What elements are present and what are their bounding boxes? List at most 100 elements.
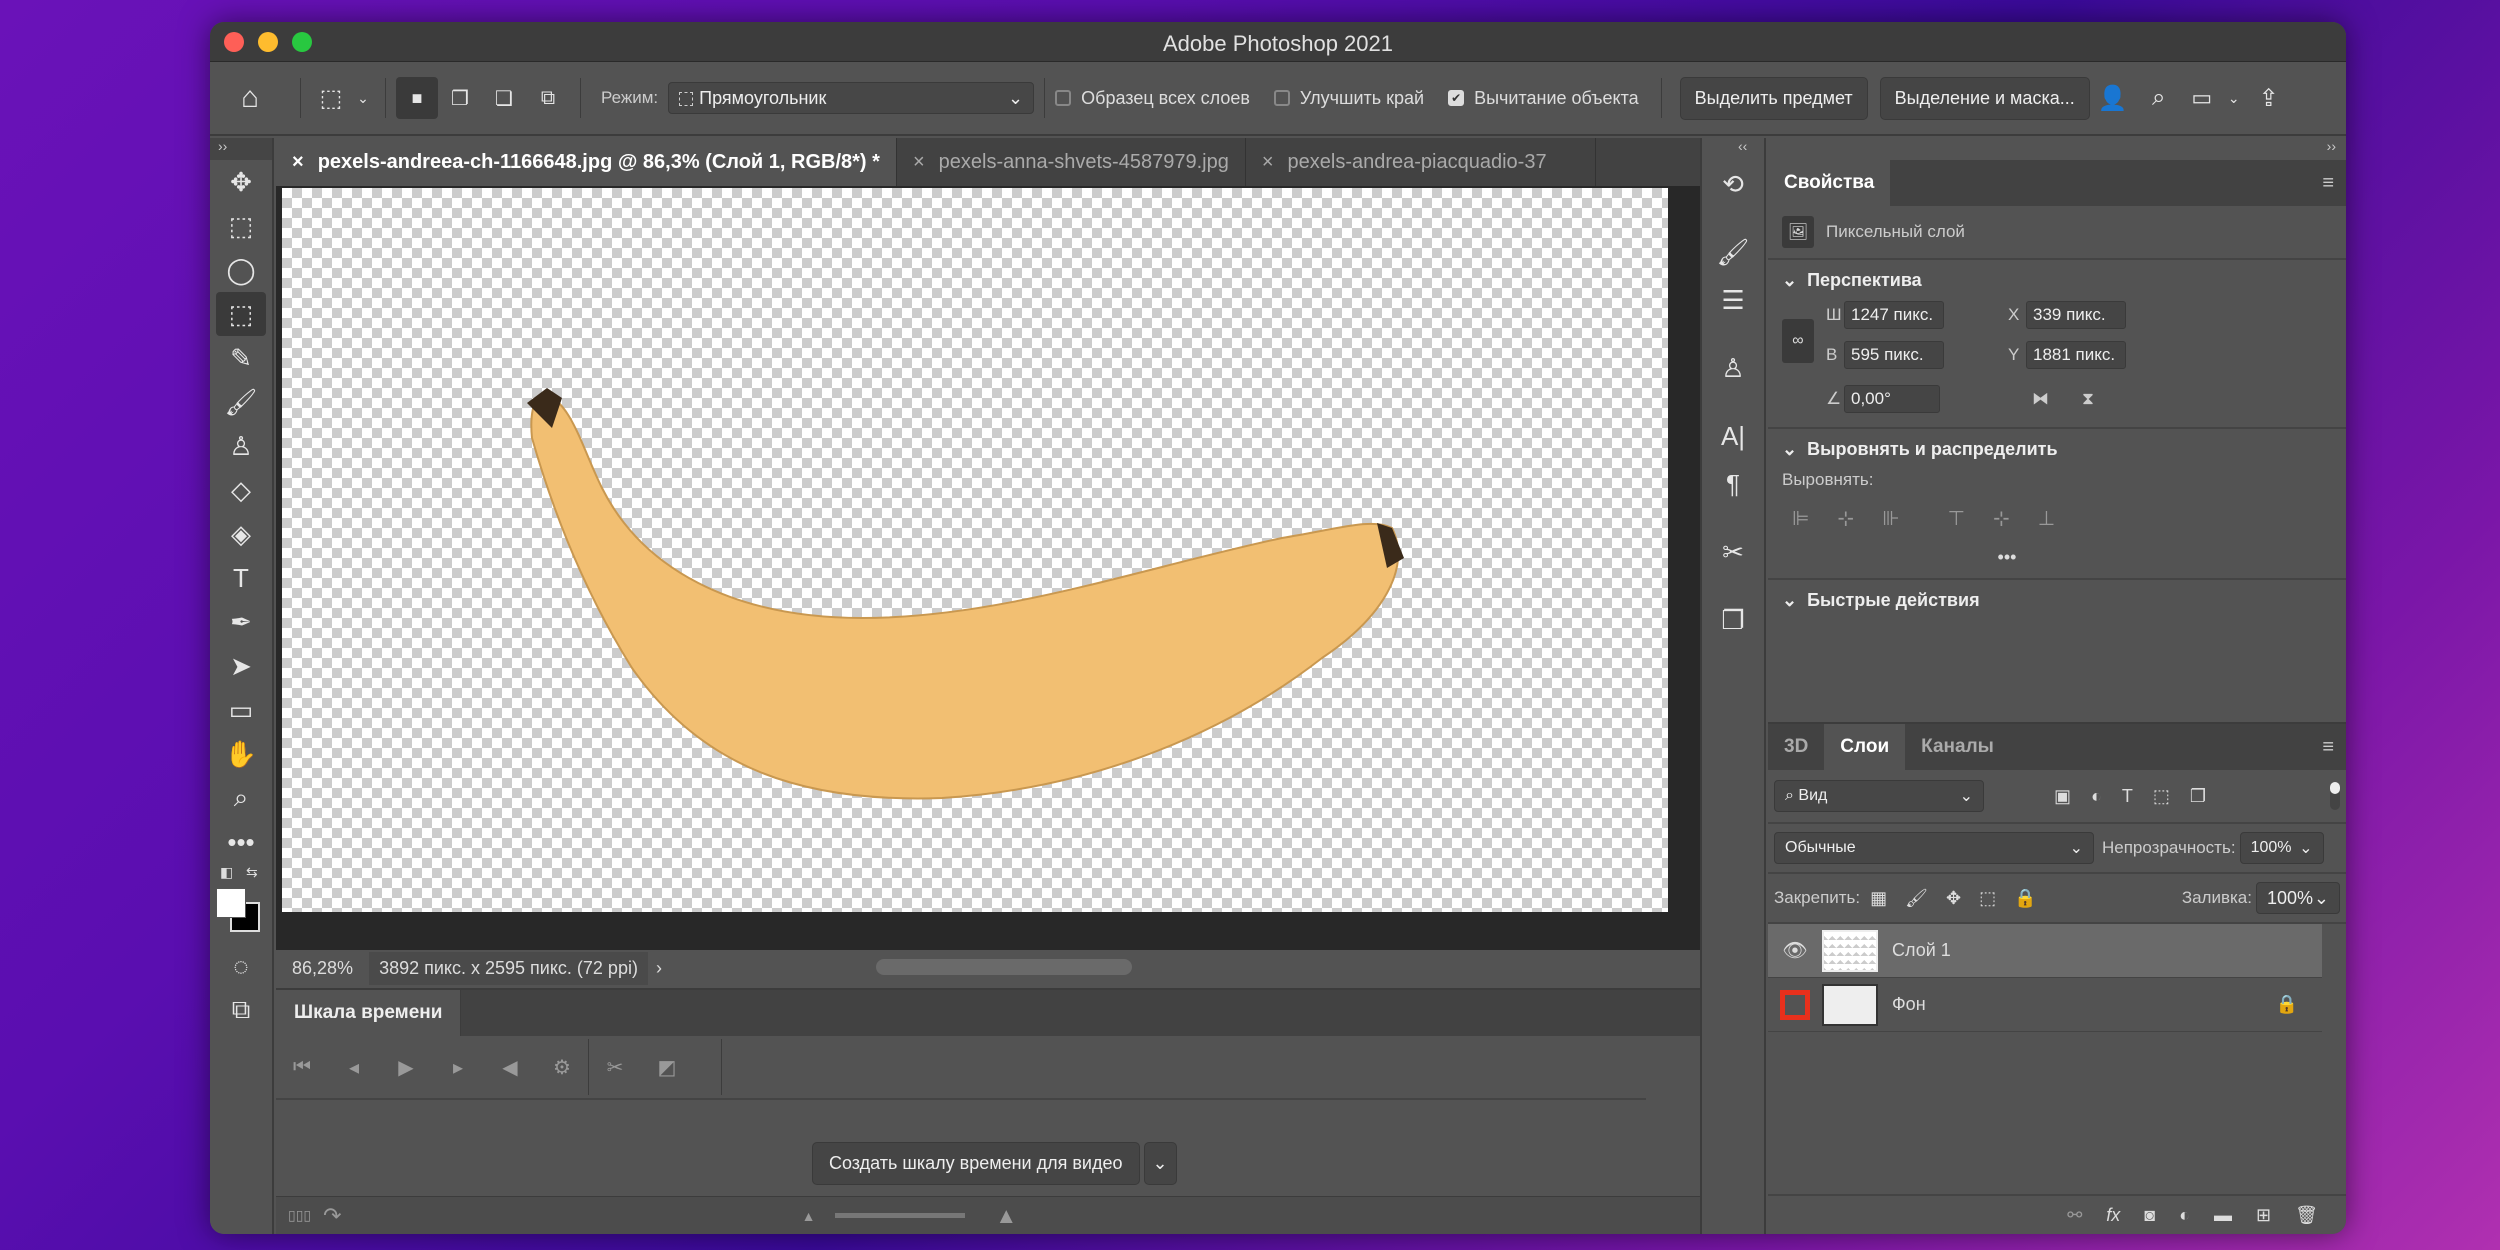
- filter-smart-object-icon[interactable]: ❐: [2190, 786, 2206, 807]
- panel-menu-icon[interactable]: ≡: [2322, 172, 2334, 195]
- previous-frame-icon[interactable]: ◂: [328, 1055, 380, 1080]
- layer-name[interactable]: Фон: [1892, 994, 1926, 1015]
- chevron-down-icon[interactable]: ⌄: [2222, 90, 2246, 107]
- lock-position-icon[interactable]: ✥: [1946, 888, 1961, 909]
- object-selection-tool-icon[interactable]: ⬚: [311, 84, 351, 113]
- collapse-panels-icon[interactable]: ››: [1768, 138, 2346, 160]
- flip-vertical-icon[interactable]: ⧗: [2082, 389, 2094, 409]
- share-icon[interactable]: ⇪: [2246, 84, 2292, 113]
- select-and-mask-button[interactable]: Выделение и маска...: [1879, 76, 2090, 120]
- flip-horizontal-icon[interactable]: ⧓: [2032, 389, 2049, 409]
- stamp-tool-icon[interactable]: ♙: [210, 424, 272, 468]
- filter-adjustment-icon[interactable]: ◐: [2091, 786, 2102, 807]
- link-layers-icon[interactable]: ⚯: [2067, 1205, 2082, 1226]
- more-options-icon[interactable]: •••: [1768, 547, 2346, 568]
- character-icon[interactable]: A|: [1702, 412, 1764, 460]
- object-subtract-checkbox[interactable]: ✔: [1448, 90, 1465, 106]
- select-subject-button[interactable]: Выделить предмет: [1679, 76, 1868, 120]
- align-center-h-icon[interactable]: ⊹: [1837, 506, 1854, 531]
- history-icon[interactable]: ⟲: [1702, 160, 1764, 208]
- add-mask-icon[interactable]: ◙: [2144, 1205, 2155, 1226]
- tab-properties[interactable]: Свойства: [1768, 160, 1891, 206]
- chevron-down-icon[interactable]: ⌄: [351, 90, 375, 107]
- brush-tool-icon[interactable]: 🖌: [210, 380, 272, 424]
- panel-menu-icon[interactable]: ≡: [2322, 736, 2334, 759]
- rectangle-tool-icon[interactable]: ▭: [210, 688, 272, 732]
- create-video-timeline-button[interactable]: Создать шкалу времени для видео: [812, 1142, 1140, 1185]
- fx-icon[interactable]: fx: [2106, 1205, 2120, 1226]
- layer-row[interactable]: Фон 🔒: [1768, 978, 2322, 1032]
- visibility-toggle-highlighted[interactable]: [1780, 989, 1810, 1020]
- angle-field[interactable]: 0,00°: [1844, 385, 1940, 413]
- marquee-tool-icon[interactable]: ⬚: [210, 204, 272, 248]
- link-icon[interactable]: ∞: [1782, 319, 1814, 363]
- object-selection-tool-icon[interactable]: ⬚: [216, 292, 266, 336]
- fill-field[interactable]: 100% ⌄: [2256, 882, 2340, 914]
- x-field[interactable]: 339 пикс.: [2026, 301, 2126, 329]
- home-icon[interactable]: ⌂: [210, 81, 290, 115]
- clone-source-icon[interactable]: ♙: [1702, 344, 1764, 392]
- opacity-field[interactable]: 100% ⌄: [2239, 832, 2324, 864]
- filter-pixel-icon[interactable]: ▣: [2054, 786, 2071, 807]
- width-field[interactable]: 1247 пикс.: [1844, 301, 1944, 329]
- expand-icon[interactable]: ››: [210, 138, 272, 160]
- chevron-down-icon[interactable]: ⌄: [1143, 1142, 1177, 1185]
- type-tool-icon[interactable]: T: [210, 556, 272, 600]
- filter-type-icon[interactable]: T: [2122, 786, 2133, 807]
- zoom-level[interactable]: 86,28%: [276, 958, 369, 979]
- transform-section-header[interactable]: ⌄ Перспектива: [1768, 260, 2346, 301]
- lock-pixels-icon[interactable]: 🖌: [1905, 888, 1928, 909]
- new-group-icon[interactable]: ▬: [2214, 1205, 2232, 1226]
- quick-mask-icon[interactable]: ◌: [210, 944, 272, 988]
- path-selection-tool-icon[interactable]: ➤: [210, 644, 272, 688]
- workspace-icon[interactable]: ▭: [2182, 85, 2222, 111]
- screen-mode-icon[interactable]: ⧉: [210, 988, 272, 1032]
- brush-presets-icon[interactable]: 🖌: [1702, 228, 1764, 276]
- timeline-tab[interactable]: Шкала времени: [276, 990, 462, 1036]
- close-tab-icon[interactable]: ×: [913, 151, 925, 174]
- y-field[interactable]: 1881 пикс.: [2026, 341, 2126, 369]
- eraser-tool-icon[interactable]: ◇: [210, 468, 272, 512]
- frame-mode-icon[interactable]: ▯▯▯: [276, 1207, 323, 1224]
- quick-actions-section-header[interactable]: ⌄ Быстрые действия: [1768, 580, 2346, 621]
- add-selection-icon[interactable]: ❐: [438, 86, 482, 111]
- align-section-header[interactable]: ⌄ Выровнять и распределить: [1768, 429, 2346, 470]
- zoom-tool-icon[interactable]: ⌕: [210, 776, 272, 820]
- tab-document-3[interactable]: × pexels-andrea-piacquadio-37: [1246, 138, 1596, 186]
- new-layer-icon[interactable]: ⊞: [2256, 1205, 2271, 1226]
- align-top-icon[interactable]: ⊤: [1948, 506, 1965, 531]
- align-bottom-icon[interactable]: ⊥: [2038, 506, 2055, 531]
- play-icon[interactable]: ▶: [380, 1055, 432, 1080]
- new-selection-icon[interactable]: ■: [396, 77, 438, 119]
- tab-3d[interactable]: 3D: [1768, 724, 1824, 770]
- close-tab-icon[interactable]: ×: [292, 151, 304, 174]
- settings-icon[interactable]: ⚙: [536, 1055, 588, 1080]
- mode-select[interactable]: Прямоугольник ⌄: [668, 82, 1035, 114]
- tab-document-1[interactable]: × pexels-andreea-ch-1166648.jpg @ 86,3% (…: [276, 138, 897, 186]
- lock-all-icon[interactable]: 🔒: [2014, 888, 2036, 909]
- adjustment-layer-icon[interactable]: ◐: [2179, 1205, 2190, 1226]
- move-tool-icon[interactable]: ✥: [210, 160, 272, 204]
- foreground-color-swatch[interactable]: [216, 888, 246, 918]
- search-icon[interactable]: ⌕: [2136, 84, 2182, 112]
- tab-layers[interactable]: Слои: [1824, 724, 1906, 770]
- zoom-in-icon[interactable]: ▲: [995, 1203, 1017, 1229]
- align-left-icon[interactable]: ⊫: [1792, 506, 1809, 531]
- tab-channels[interactable]: Каналы: [1905, 724, 2010, 770]
- collapse-icon[interactable]: ‹‹: [1702, 138, 1764, 160]
- align-middle-v-icon[interactable]: ⊹: [1993, 506, 2010, 531]
- zoom-out-icon[interactable]: ▲: [802, 1208, 816, 1224]
- paragraph-icon[interactable]: ¶: [1702, 460, 1764, 508]
- more-tools-icon[interactable]: •••: [210, 820, 272, 864]
- document-info[interactable]: 3892 пикс. x 2595 пикс. (72 ppi): [369, 951, 648, 985]
- layer-row[interactable]: 👁 Слой 1: [1768, 924, 2322, 978]
- brush-settings-icon[interactable]: ☰: [1702, 276, 1764, 324]
- lock-transparent-icon[interactable]: ▦: [1870, 888, 1887, 909]
- user-icon[interactable]: 👤: [2090, 84, 2136, 113]
- swap-colors-icon[interactable]: ⇆: [246, 864, 258, 881]
- align-right-icon[interactable]: ⊪: [1882, 506, 1899, 531]
- enhance-edge-checkbox[interactable]: [1273, 90, 1290, 106]
- filter-shape-icon[interactable]: ⬚: [2153, 786, 2170, 807]
- layer-filter-select[interactable]: ⌕ Вид ⌄: [1774, 780, 1984, 812]
- visibility-eye-icon[interactable]: 👁: [1768, 938, 1822, 963]
